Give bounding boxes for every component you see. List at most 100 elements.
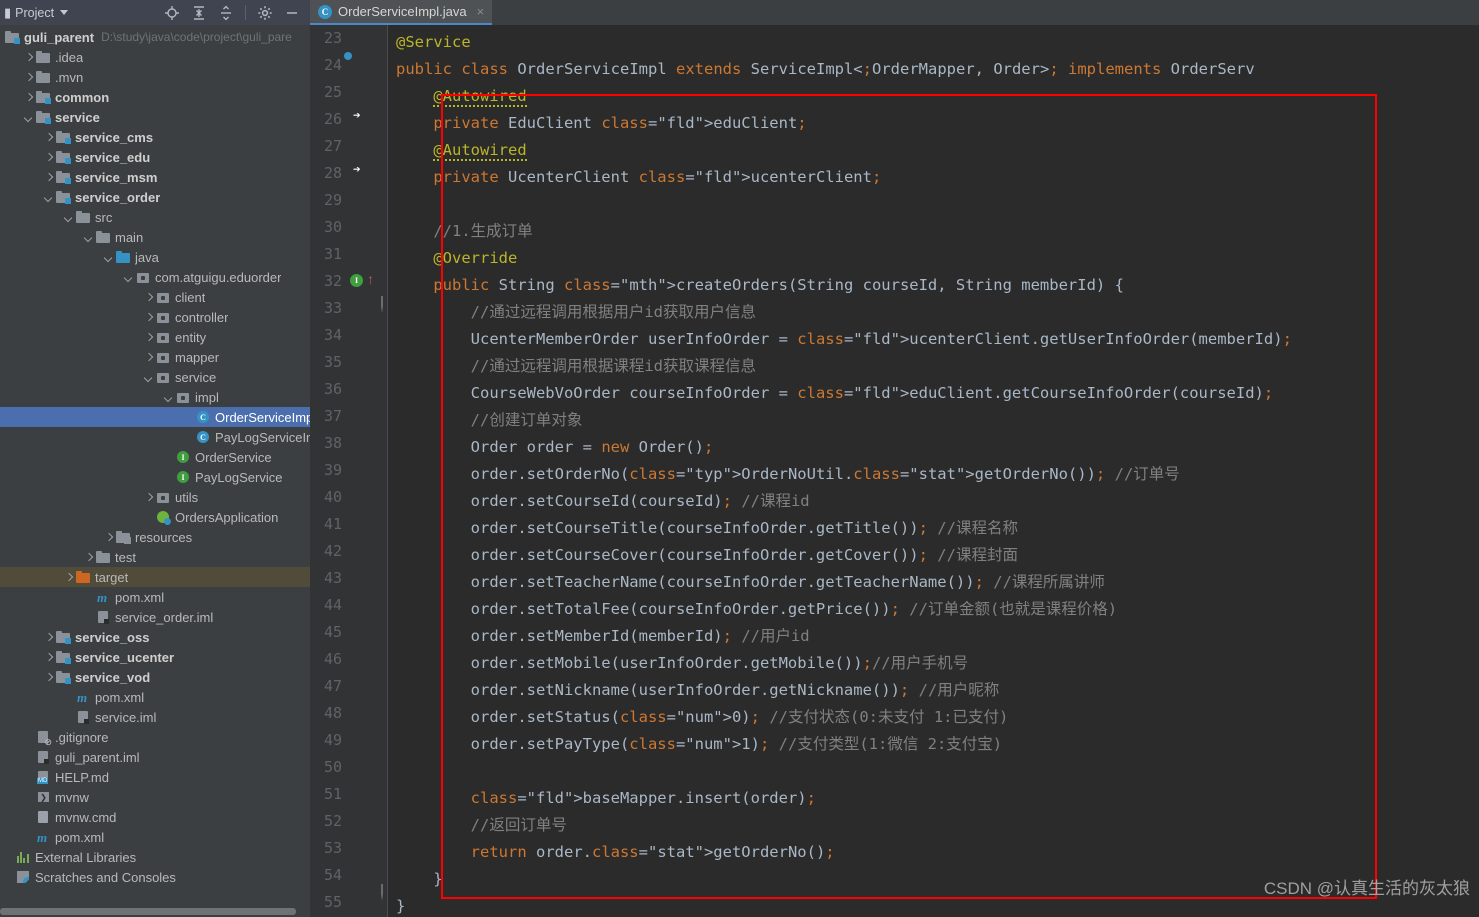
tree-item-pom-xml[interactable]: m pom.xml [0, 587, 310, 607]
tree-item-paylogservice[interactable]: I PayLogService [0, 467, 310, 487]
tree-item-service-edu[interactable]: service_edu [0, 147, 310, 167]
tree-root-row[interactable]: guli_parent D:\study\java\code\project\g… [0, 27, 310, 47]
chevron-down-icon[interactable] [44, 192, 55, 203]
tree-item-impl[interactable]: impl [0, 387, 310, 407]
chevron-right-icon[interactable] [24, 52, 35, 63]
tree-item-utils[interactable]: utils [0, 487, 310, 507]
minimize-icon[interactable] [284, 5, 300, 21]
chevron-right-icon[interactable] [44, 632, 55, 643]
chevron-down-icon[interactable] [60, 10, 69, 15]
chevron-down-icon[interactable] [24, 112, 35, 123]
line-number: 31 [323, 245, 342, 263]
chevron-right-icon[interactable] [144, 332, 155, 343]
tree-item-target[interactable]: target [0, 567, 310, 587]
chevron-right-icon[interactable] [44, 672, 55, 683]
tree-item-resources[interactable]: resources [0, 527, 310, 547]
tree-item-controller[interactable]: controller [0, 307, 310, 327]
gutter-line-32: 32 I ↑ [310, 268, 388, 295]
locate-icon[interactable] [164, 5, 180, 21]
project-tree-hscrollbar[interactable] [0, 905, 310, 917]
tree-item-entity[interactable]: entity [0, 327, 310, 347]
override-arrow-icon[interactable]: ↑ [367, 272, 374, 286]
chevron-right-icon[interactable] [84, 552, 95, 563]
chevron-right-icon[interactable] [144, 352, 155, 363]
chevron-right-icon[interactable] [104, 532, 115, 543]
chevron-right-icon[interactable] [24, 92, 35, 103]
spring-autowired-icon[interactable] [350, 166, 365, 181]
chevron-down-icon[interactable] [104, 252, 115, 263]
implementing-method-icon[interactable]: I [350, 274, 365, 289]
tree-item--gitignore[interactable]: .gitignore [0, 727, 310, 748]
chevron-down-icon[interactable] [124, 272, 135, 283]
tree-item-com-atguigu-eduorder[interactable]: com.atguigu.eduorder [0, 267, 310, 287]
tree-item--idea[interactable]: .idea [0, 47, 310, 67]
tree-item-scratches-and-consoles[interactable]: Scratches and Consoles [0, 867, 310, 887]
expand-all-icon[interactable] [191, 5, 207, 21]
tree-item-service[interactable]: service [0, 367, 310, 387]
tree-item-ordersapplication[interactable]: OrdersApplication [0, 507, 310, 527]
gear-icon[interactable] [257, 5, 273, 21]
chevron-right-icon[interactable] [44, 172, 55, 183]
tree-item-guli-parent-iml[interactable]: guli_parent.iml [0, 747, 310, 767]
tree-item-java[interactable]: java [0, 247, 310, 267]
tree-item-help-md[interactable]: HELP.md [0, 767, 310, 787]
project-panel-title[interactable]: Project [15, 6, 54, 20]
tab-order-service-impl[interactable]: C OrderServiceImpl.java × [310, 0, 493, 25]
close-icon[interactable]: × [477, 4, 485, 19]
chevron-right-icon[interactable] [44, 652, 55, 663]
chevron-right-icon[interactable] [24, 72, 35, 83]
chevron-down-icon[interactable] [84, 232, 95, 243]
tree-item-mapper[interactable]: mapper [0, 347, 310, 367]
source-code[interactable]: @Service public class OrderServiceImpl e… [388, 25, 1479, 917]
chevron-right-icon[interactable] [44, 152, 55, 163]
code-text-area[interactable]: @Service public class OrderServiceImpl e… [388, 25, 1479, 917]
tree-item-client[interactable]: client [0, 287, 310, 307]
tree-item-service-order[interactable]: service_order [0, 187, 310, 207]
line-number: 39 [323, 461, 342, 479]
chevron-right-icon[interactable] [64, 572, 75, 583]
tree-item-service-vod[interactable]: service_vod [0, 667, 310, 687]
spring-autowired-icon[interactable] [350, 112, 365, 127]
chevron-down-icon[interactable] [144, 372, 155, 383]
tree-item-service-order-iml[interactable]: service_order.iml [0, 607, 310, 627]
tree-item-service[interactable]: service [0, 107, 310, 127]
tree-item-paylogserviceimpl[interactable]: CPayLogServiceImpl [0, 427, 310, 447]
spring-bean-icon[interactable] [350, 58, 365, 73]
tree-item-main[interactable]: main [0, 227, 310, 247]
collapse-all-icon[interactable] [218, 5, 234, 21]
tree-item-service-ucenter[interactable]: service_ucenter [0, 647, 310, 667]
tree-item-orderserviceimpl[interactable]: C OrderServiceImpl [0, 407, 310, 427]
chevron-down-icon[interactable] [164, 392, 175, 403]
tree-item-orderservice[interactable]: I OrderService [0, 447, 310, 467]
tree-item-service-cms[interactable]: service_cms [0, 127, 310, 147]
tree-item-common[interactable]: common [0, 87, 310, 107]
scrollbar-thumb[interactable] [0, 908, 296, 915]
tree-item-service-iml[interactable]: service.iml [0, 707, 310, 727]
chevron-down-icon[interactable] [64, 212, 75, 223]
module-folder-icon [35, 109, 51, 125]
gutter-line-55: 55 [310, 889, 388, 916]
chevron-right-icon[interactable] [144, 312, 155, 323]
tree-item-label: service_msm [75, 169, 158, 185]
tree-item-service-oss[interactable]: service_oss [0, 627, 310, 647]
java-class-icon: C [195, 429, 211, 445]
tree-item-mvnw[interactable]: ❯ mvnw [0, 787, 310, 807]
tree-item-service-msm[interactable]: service_msm [0, 167, 310, 187]
tree-item-src[interactable]: src [0, 207, 310, 227]
project-tree[interactable]: guli_parent D:\study\java\code\project\g… [0, 25, 310, 905]
tree-item-mvnw-cmd[interactable]: mvnw.cmd [0, 807, 310, 827]
gutter-line-40: 40 [310, 484, 388, 511]
tree-item-label: client [175, 289, 206, 305]
folder-icon [75, 209, 91, 225]
tree-item-pom-xml[interactable]: m pom.xml [0, 827, 310, 847]
chevron-right-icon[interactable] [144, 492, 155, 503]
toolbar-divider [245, 5, 246, 20]
tree-item-test[interactable]: test [0, 547, 310, 567]
editor-gutter[interactable]: 23 24 25 26 27 28 29 30 31 32 I ↑ 33 34 35 36 37 38 39 40 41… [310, 25, 388, 917]
tree-item--mvn[interactable]: .mvn [0, 67, 310, 87]
chevron-right-icon[interactable] [144, 292, 155, 303]
tree-item-external-libraries[interactable]: External Libraries [0, 847, 310, 867]
chevron-right-icon[interactable] [44, 132, 55, 143]
tree-item-pom-xml[interactable]: m pom.xml [0, 687, 310, 707]
